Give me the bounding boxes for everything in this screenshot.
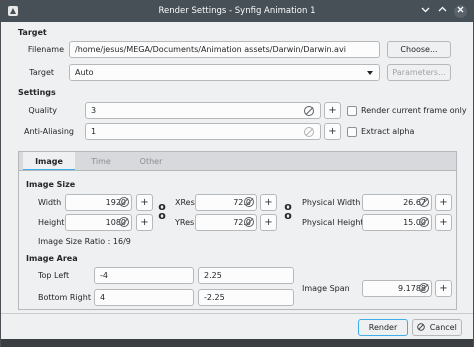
image-tab-panel: Image Size Width 1920 + Height 1080 + oo…: [18, 170, 457, 310]
antialiasing-increment-button[interactable]: +: [324, 123, 341, 140]
clear-icon[interactable]: [419, 197, 429, 207]
parameters-button: Parameters...: [387, 64, 451, 81]
antialiasing-label: Anti-Aliasing: [24, 127, 74, 136]
yres-label: YRes: [175, 218, 195, 227]
clear-icon[interactable]: [244, 217, 254, 227]
top-left-y-field[interactable]: 2.25: [198, 267, 294, 284]
image-span-label: Image Span: [302, 284, 350, 293]
width-increment-button[interactable]: +: [136, 194, 153, 211]
close-button[interactable]: [454, 5, 467, 18]
choose-button[interactable]: Choose...: [387, 41, 451, 58]
width-label: Width: [38, 198, 62, 207]
bottom-right-label: Bottom Right: [38, 293, 91, 302]
tab-image[interactable]: Image: [23, 152, 75, 171]
cancel-icon: [417, 323, 425, 331]
target-select[interactable]: Auto: [69, 64, 380, 81]
titlebar[interactable]: Render Settings - Synfig Animation 1: [1, 1, 473, 22]
tab-other[interactable]: Other: [131, 152, 171, 171]
render-current-label: Render current frame only: [361, 106, 467, 115]
clear-icon[interactable]: [119, 217, 129, 227]
image-span-increment-button[interactable]: +: [435, 280, 452, 297]
height-label: Height: [38, 218, 65, 227]
xres-increment-button[interactable]: +: [260, 194, 277, 211]
extract-alpha-label: Extract alpha: [361, 127, 415, 136]
quality-field[interactable]: 3: [85, 102, 321, 119]
physical-width-increment-button[interactable]: +: [435, 194, 452, 211]
quality-increment-button[interactable]: +: [324, 102, 341, 119]
top-left-x-field[interactable]: -4: [94, 267, 194, 284]
antialiasing-field[interactable]: 1: [85, 123, 321, 140]
clear-icon: [304, 127, 314, 137]
physical-height-label: Physical Height: [302, 218, 364, 227]
render-button-label: Render: [368, 323, 398, 332]
xres-label: XRes: [175, 198, 195, 207]
target-label: Target: [29, 68, 54, 77]
link-size-icon[interactable]: oo: [158, 201, 166, 221]
clear-icon[interactable]: [304, 106, 314, 116]
footer-divider: [1, 313, 473, 314]
extract-alpha-checkbox[interactable]: [347, 127, 357, 137]
target-select-value: Auto: [75, 68, 94, 77]
physical-width-label: Physical Width: [302, 198, 361, 207]
maximize-button[interactable]: [436, 5, 449, 18]
dropdown-arrow-icon: [367, 71, 373, 75]
top-left-label: Top Left: [38, 271, 70, 280]
chevron-up-icon: [438, 6, 447, 12]
cancel-button-label: Cancel: [429, 323, 457, 332]
window-title: Render Settings - Synfig Animation 1: [158, 6, 316, 16]
height-increment-button[interactable]: +: [136, 214, 153, 231]
render-current-checkbox[interactable]: [347, 106, 357, 116]
yres-increment-button[interactable]: +: [260, 214, 277, 231]
cancel-button[interactable]: Cancel: [412, 319, 462, 336]
clear-icon[interactable]: [419, 217, 429, 227]
minimize-button[interactable]: [419, 5, 432, 18]
clear-icon[interactable]: [419, 283, 429, 293]
target-section-title: Target: [18, 28, 47, 37]
filename-field[interactable]: /home/jesus/MEGA/Documents/Animation ass…: [69, 41, 380, 58]
settings-section-title: Settings: [18, 88, 56, 97]
render-settings-dialog: Render Settings - Synfig Animation 1 Tar…: [0, 0, 474, 347]
image-size-ratio: Image Size Ratio : 16/9: [38, 237, 131, 246]
render-button[interactable]: Render: [358, 319, 408, 336]
clear-icon[interactable]: [119, 197, 129, 207]
background-timeline-strip: [1, 339, 473, 347]
settings-tabs: Image Time Other: [18, 151, 457, 171]
physical-height-increment-button[interactable]: +: [435, 214, 452, 231]
bottom-right-y-field[interactable]: -2.25: [198, 289, 294, 306]
link-res-icon[interactable]: oo: [284, 201, 292, 221]
clear-icon[interactable]: [244, 197, 254, 207]
filename-label: Filename: [27, 45, 64, 54]
bottom-right-x-field[interactable]: 4: [94, 289, 194, 306]
chevron-down-icon: [421, 7, 430, 13]
tab-time[interactable]: Time: [81, 152, 121, 171]
image-size-section-title: Image Size: [26, 180, 76, 189]
close-icon: [457, 6, 464, 13]
quality-label: Quality: [28, 106, 57, 115]
image-area-section-title: Image Area: [26, 254, 78, 263]
